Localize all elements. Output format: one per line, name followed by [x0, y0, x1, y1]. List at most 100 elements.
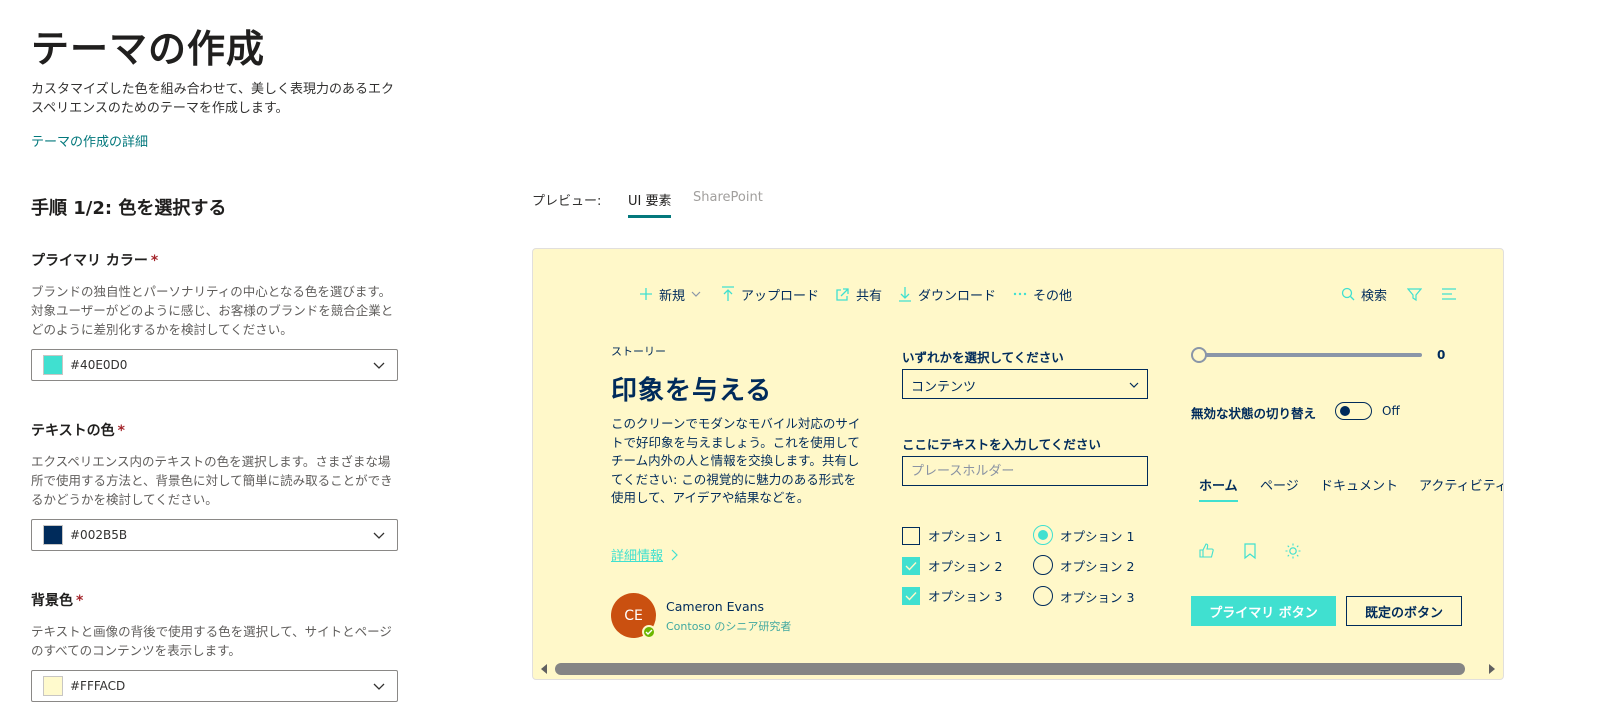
input-label: ここにテキストを入力してください: [902, 437, 1101, 452]
radio-option-1[interactable]: オプション 1: [1033, 525, 1134, 545]
text-color-field: テキストの色 * エクスペリエンス内のテキストの色を選択します。さまざまな場所で使…: [31, 420, 398, 551]
radio-option-2[interactable]: オプション 2: [1033, 555, 1134, 575]
radio[interactable]: [1033, 555, 1053, 575]
text-color-swatch: [43, 525, 63, 545]
checkbox-option-1[interactable]: オプション 1: [902, 526, 1002, 545]
pivot-home[interactable]: ホーム: [1199, 475, 1238, 502]
primary-color-label-text: プライマリ カラー: [31, 253, 148, 269]
checkbox-option-2[interactable]: オプション 2: [902, 556, 1002, 575]
more-info-link[interactable]: 詳細情報: [611, 545, 679, 564]
text-color-value: #002B5B: [70, 528, 128, 542]
primary-color-label: プライマリ カラー *: [31, 250, 398, 270]
primary-color-dropdown[interactable]: #40E0D0: [31, 349, 398, 381]
learn-more-link[interactable]: テーマの作成の詳細: [31, 131, 148, 150]
like-icon[interactable]: [1198, 542, 1216, 560]
new-button[interactable]: 新規: [639, 283, 707, 305]
text-color-description: エクスペリエンス内のテキストの色を選択します。さまざまな場所で使用する方法と、背…: [31, 454, 393, 507]
slider-value: 0: [1437, 348, 1446, 362]
radio-label: オプション 3: [1060, 589, 1135, 605]
radio-label: オプション 2: [1060, 558, 1135, 574]
person-name: Cameron Evans: [666, 599, 765, 614]
select-label: いずれかを選択してください: [902, 350, 1064, 365]
filter-icon: [1407, 287, 1422, 301]
background-color-swatch: [43, 676, 63, 696]
more-info-label: 詳細情報: [611, 549, 664, 564]
chevron-down-icon: [691, 291, 701, 297]
horizontal-scrollbar[interactable]: [533, 659, 1503, 679]
background-color-value: #FFFACD: [70, 679, 126, 693]
bookmark-icon[interactable]: [1241, 542, 1259, 560]
primary-button[interactable]: プライマリ ボタン: [1191, 596, 1336, 626]
new-label: 新規: [659, 288, 686, 304]
chevron-right-icon: [671, 549, 678, 560]
background-color-label-text: 背景色: [31, 593, 73, 609]
default-button[interactable]: 既定のボタン: [1346, 596, 1462, 626]
download-icon: [899, 287, 911, 302]
radio-option-3[interactable]: オプション 3: [1033, 586, 1134, 606]
step-title: 手順 1/2: 色を選択する: [31, 198, 227, 219]
scrollbar-thumb[interactable]: [555, 663, 1465, 675]
search-button[interactable]: 検索: [1341, 283, 1387, 305]
chevron-down-icon: [373, 683, 385, 690]
tab-ui-elements[interactable]: UI 要素: [628, 190, 672, 218]
text-input[interactable]: [902, 456, 1148, 486]
text-color-label-text: テキストの色: [31, 423, 115, 439]
story-body: このクリーンでモダンなモバイル対応のサイトで好印象を与えましょう。これを使用して…: [611, 416, 861, 505]
sun-icon[interactable]: [1284, 542, 1302, 560]
background-color-field: 背景色 * テキストと画像の背後で使用する色を選択して、サイトとページのすべてのコ…: [31, 590, 398, 702]
primary-color-description: ブランドの独自性とパーソナリティの中心となる色を選びます。対象ユーザーがどのよう…: [31, 284, 394, 337]
toggle-label: 無効な状態の切り替え: [1191, 406, 1317, 421]
upload-icon: [722, 286, 734, 301]
toggle-state: Off: [1382, 404, 1400, 418]
disabled-toggle[interactable]: [1335, 402, 1372, 420]
share-label: 共有: [856, 288, 883, 304]
content-dropdown[interactable]: コンテンツ: [902, 369, 1148, 399]
more-button[interactable]: その他: [1013, 283, 1072, 305]
upload-button[interactable]: アップロード: [721, 283, 819, 305]
radio-selected[interactable]: [1033, 525, 1053, 545]
background-color-label: 背景色 *: [31, 590, 398, 610]
check-icon: [905, 591, 917, 601]
checkbox-checked[interactable]: [902, 556, 920, 575]
more-label: その他: [1033, 288, 1073, 304]
pivot-pages[interactable]: ページ: [1260, 475, 1299, 494]
page-description: カスタマイズした色を組み合わせて、美しく表現力のあるエクスペリエンスのためのテー…: [31, 82, 394, 116]
radio[interactable]: [1033, 586, 1053, 606]
preview-label: プレビュー:: [532, 194, 602, 209]
filter-button[interactable]: [1407, 283, 1428, 305]
search-icon: [1341, 287, 1355, 301]
sort-button[interactable]: [1441, 283, 1463, 305]
scroll-left-arrow-icon[interactable]: [539, 663, 549, 675]
pivot-activity[interactable]: アクティビティ: [1419, 475, 1503, 494]
download-button[interactable]: ダウンロード: [898, 283, 996, 305]
slider-thumb[interactable]: [1191, 347, 1207, 363]
text-color-dropdown[interactable]: #002B5B: [31, 519, 398, 551]
more-icon: [1013, 292, 1027, 296]
background-color-description: テキストと画像の背後で使用する色を選択して、サイトとページのすべてのコンテンツを…: [31, 624, 392, 658]
scroll-right-arrow-icon[interactable]: [1487, 663, 1497, 675]
person-role: Contoso のシニア研究者: [666, 620, 792, 633]
dropdown-value: コンテンツ: [911, 380, 977, 395]
checkbox-checked[interactable]: [902, 586, 920, 605]
radio-label: オプション 1: [1060, 528, 1135, 544]
slider-track[interactable]: [1198, 353, 1422, 357]
primary-color-swatch: [43, 355, 63, 375]
story-kicker: ストーリー: [611, 345, 666, 358]
required-marker: *: [117, 423, 125, 439]
upload-label: アップロード: [741, 288, 820, 304]
share-button[interactable]: 共有: [835, 283, 882, 305]
chevron-down-icon: [373, 532, 385, 539]
checkbox-label: オプション 3: [928, 589, 1003, 604]
background-color-dropdown[interactable]: #FFFACD: [31, 670, 398, 702]
checkbox[interactable]: [902, 526, 920, 545]
page-title: テーマの作成: [31, 27, 266, 71]
check-icon: [645, 629, 653, 635]
story-title: 印象を与える: [611, 376, 773, 406]
add-icon: [640, 288, 652, 300]
checkbox-option-3[interactable]: オプション 3: [902, 586, 1002, 605]
required-marker: *: [76, 593, 84, 609]
presence-available-icon: [642, 625, 656, 639]
tab-sharepoint[interactable]: SharePoint: [693, 190, 763, 205]
sort-icon: [1442, 288, 1456, 300]
pivot-documents[interactable]: ドキュメント: [1320, 475, 1398, 494]
